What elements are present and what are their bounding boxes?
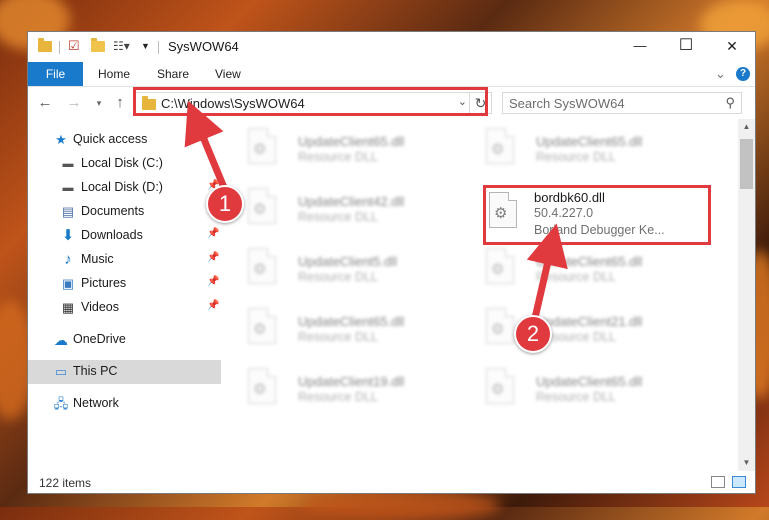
step-badge-1: 1 — [206, 185, 244, 223]
step-badge-2: 2 — [514, 315, 552, 353]
arrow-to-file — [526, 223, 568, 319]
arrow-to-address — [184, 100, 229, 192]
annotation-arrows — [184, 100, 568, 319]
